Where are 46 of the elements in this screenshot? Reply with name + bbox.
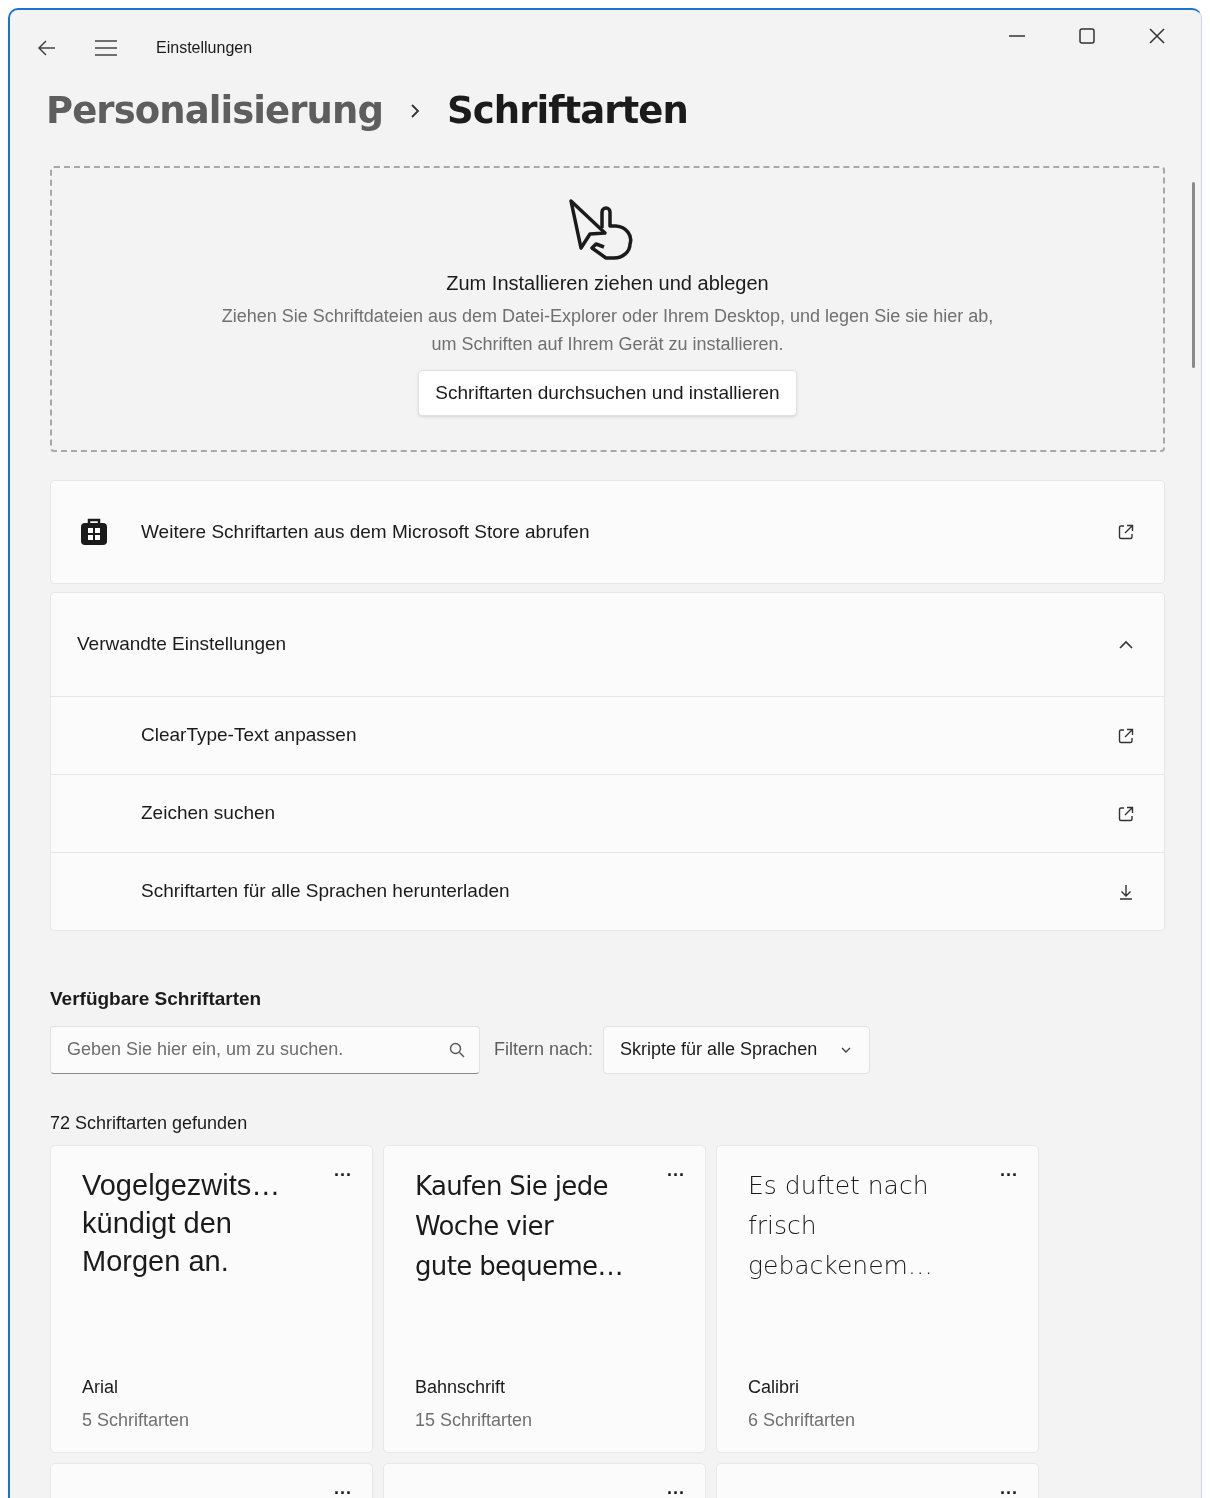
font-card[interactable]: ··· bbox=[716, 1462, 1039, 1498]
filter-label: Filtern nach: bbox=[494, 1038, 594, 1061]
search-icon bbox=[448, 1040, 466, 1059]
more-options-button[interactable]: ··· bbox=[667, 1483, 685, 1498]
font-card[interactable]: Kaufen Sie jede Woche vier gute bequeme… ··· Bahnschrift 15 Schriftarten bbox=[383, 1144, 706, 1453]
related-settings-title: Verwandte Einstellungen bbox=[77, 632, 287, 657]
store-link-label: Weitere Schriftarten aus dem Microsoft Store abrufen bbox=[141, 519, 590, 544]
font-style-count: 6 Schriftarten bbox=[748, 1408, 857, 1432]
related-setting-item[interactable]: ClearType-Text anpassen bbox=[51, 696, 1164, 774]
drop-zone-title: Zum Installieren ziehen und ablegen bbox=[446, 271, 769, 296]
font-card[interactable]: ··· bbox=[383, 1462, 706, 1498]
related-setting-item[interactable]: Zeichen suchen bbox=[51, 774, 1164, 852]
more-options-button[interactable]: ··· bbox=[667, 1165, 685, 1184]
store-link-card[interactable]: Weitere Schriftarten aus dem Microsoft Store abrufen bbox=[50, 480, 1165, 584]
more-options-button[interactable]: ··· bbox=[334, 1165, 352, 1184]
external-link-icon bbox=[1116, 522, 1136, 542]
browse-install-button[interactable]: Schriftarten durchsuchen und installieren bbox=[418, 370, 797, 416]
breadcrumb-item[interactable]: Personalisierung bbox=[46, 83, 383, 139]
chevron-right-icon bbox=[409, 103, 421, 119]
font-preview-text: Kaufen Sie jede Woche vier gute bequeme… bbox=[415, 1169, 624, 1283]
font-card[interactable]: ··· bbox=[50, 1462, 373, 1498]
related-settings-header[interactable]: Verwandte Einstellungen bbox=[51, 593, 1164, 696]
more-options-button[interactable]: ··· bbox=[1000, 1165, 1018, 1184]
drop-zone-description: Ziehen Sie Schriftdateien aus dem Datei-Explorer oder Ihrem Desktop, und legen Sie sie hier ab, um Schriften auf Ihrem Gerät zu installieren. bbox=[220, 305, 995, 356]
font-style-count: 5 Schriftarten bbox=[82, 1408, 191, 1432]
section-heading: Verfügbare Schriftarten bbox=[50, 987, 263, 1011]
font-name: Arial bbox=[82, 1375, 119, 1399]
related-setting-item[interactable]: Schriftarten für alle Sprachen herunterladen bbox=[51, 852, 1164, 930]
filter-dropdown[interactable]: Skripte für alle Sprachen bbox=[603, 1025, 871, 1074]
breadcrumb-item: Schriftarten bbox=[447, 88, 688, 135]
font-name: Bahnschrift bbox=[415, 1375, 507, 1399]
search-field[interactable]: Geben Sie hier ein, um zu suchen. bbox=[50, 1025, 480, 1074]
result-count: 72 Schriftarten gefunden bbox=[50, 1111, 249, 1135]
menu-icon[interactable] bbox=[94, 38, 118, 58]
more-options-button[interactable]: ··· bbox=[334, 1483, 352, 1498]
more-options-button[interactable]: ··· bbox=[1000, 1483, 1018, 1498]
font-preview-text: Es duftet nach frisch gebackenem… bbox=[748, 1169, 934, 1282]
drop-zone[interactable] bbox=[50, 166, 1165, 452]
font-card[interactable]: Vogelgezwits… kündigt den Morgen an. ··· Arial 5 Schriftarten bbox=[50, 1144, 373, 1453]
font-preview-text: Vogelgezwits… kündigt den Morgen an. bbox=[82, 1167, 282, 1279]
font-style-count: 15 Schriftarten bbox=[415, 1408, 534, 1432]
font-name: Calibri bbox=[748, 1375, 800, 1399]
font-card[interactable]: Es duftet nach frisch gebackenem… ··· Calibri 6 Schriftarten bbox=[716, 1144, 1039, 1453]
window-title: Einstellungen bbox=[156, 38, 253, 58]
scrollbar-thumb[interactable] bbox=[1192, 182, 1195, 368]
store-bag-icon bbox=[79, 517, 109, 547]
